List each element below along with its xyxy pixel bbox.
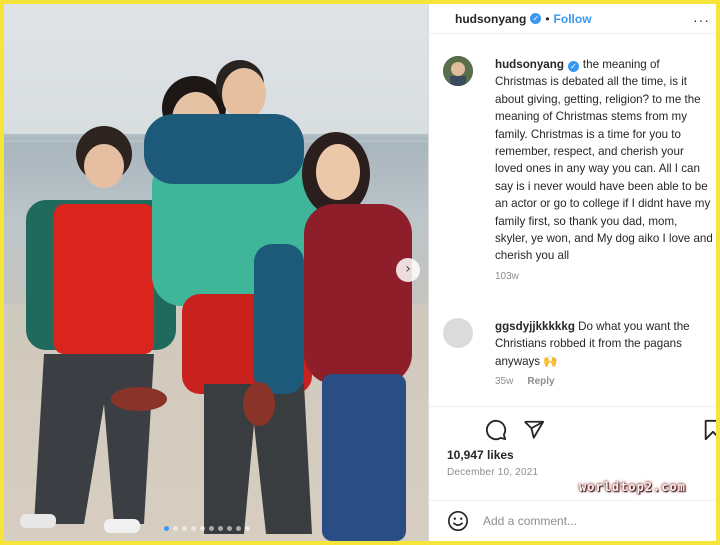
post-header: hudsonyang ✓ • Follow ···	[429, 4, 716, 34]
caption-age: 103w	[495, 270, 519, 282]
post-window: › hudsonyang ✓ • Follow ··· hudsonyang ✓…	[4, 4, 716, 541]
verified-badge-icon: ✓	[567, 61, 579, 72]
carousel-dot	[245, 526, 250, 531]
comment-icon[interactable]	[485, 419, 507, 441]
carousel-dot	[200, 526, 205, 531]
caption-text-block: hudsonyang ✓ the meaning of Christmas is d…	[495, 56, 713, 265]
watermark: worldtop2.com	[579, 480, 686, 494]
reply-button[interactable]: Reply	[527, 376, 554, 387]
family-photo-illustration	[4, 60, 428, 541]
verified-badge-icon: ✓	[530, 13, 542, 24]
carousel-dot	[218, 526, 223, 531]
likes-count[interactable]: 10,947 likes	[447, 448, 514, 462]
share-icon[interactable]	[523, 419, 545, 441]
add-comment-bar: Add a comment...	[429, 500, 716, 541]
follow-button[interactable]: Follow	[554, 12, 592, 26]
more-icon[interactable]: ···	[693, 12, 710, 28]
comment-username[interactable]: ggsdyjjkkkkkg	[495, 320, 575, 333]
carousel-dot	[191, 526, 196, 531]
add-comment-input[interactable]: Add a comment...	[483, 514, 577, 528]
comment-avatar[interactable]	[443, 318, 473, 348]
comment-age: 35w	[495, 376, 514, 388]
header-username[interactable]: hudsonyang	[455, 12, 526, 26]
comment-meta: 35w Reply	[495, 376, 713, 387]
carousel-dots	[164, 526, 250, 531]
next-slide-arrow-icon[interactable]: ›	[396, 258, 420, 282]
comment-item: ggsdyjjkkkkkg Do what you want the Chris…	[443, 318, 713, 387]
post-side-panel: hudsonyang ✓ • Follow ··· hudsonyang ✓ the…	[428, 4, 716, 541]
caption-username[interactable]: hudsonyang	[495, 58, 564, 71]
post-photo[interactable]: ›	[4, 4, 428, 541]
emoji-icon[interactable]	[447, 510, 469, 532]
header-separator: •	[545, 11, 550, 26]
carousel-dot	[227, 526, 232, 531]
post-date: December 10, 2021	[447, 467, 539, 478]
carousel-dot	[164, 526, 169, 531]
carousel-dot	[182, 526, 187, 531]
avatar[interactable]	[443, 56, 473, 86]
save-icon[interactable]	[703, 419, 716, 441]
caption-text: the meaning of Christmas is debated all …	[495, 58, 713, 263]
carousel-dot	[173, 526, 178, 531]
comment-text-block: ggsdyjjkkkkkg Do what you want the Chris…	[495, 318, 713, 370]
carousel-dot	[236, 526, 241, 531]
carousel-dot	[209, 526, 214, 531]
post-caption: hudsonyang ✓ the meaning of Christmas is d…	[443, 56, 713, 282]
